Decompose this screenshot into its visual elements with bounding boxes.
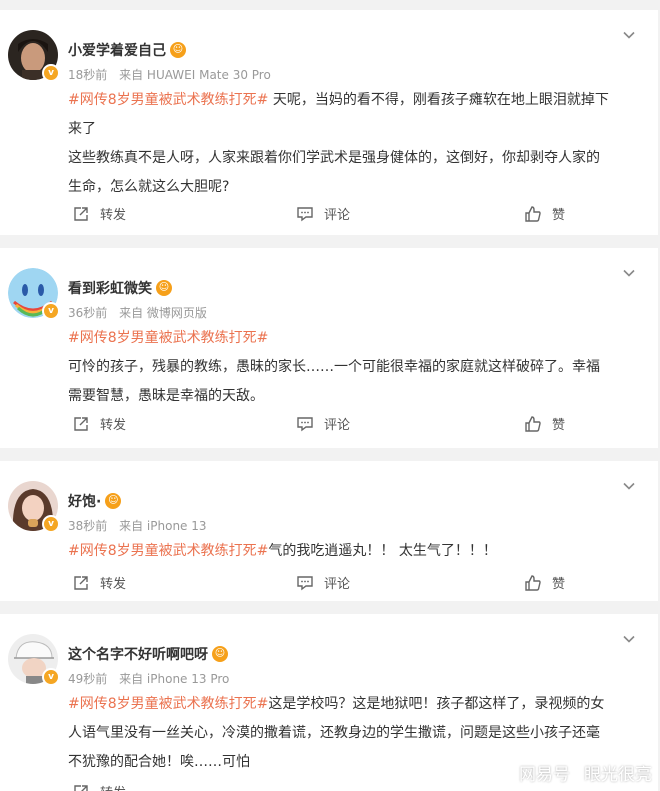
comment-label: 评论 [324, 418, 351, 433]
post-text: #网传8岁男童被武术教练打死# 天呢，当妈的看不得，刚看孩子瘫软在地上眼泪就掉下… [68, 86, 640, 202]
post-text-line: 气的我吃逍遥丸！！ 太生气了！！！ [268, 543, 497, 559]
topic-link[interactable]: #网传8岁男童被武术教练打死# [68, 543, 268, 559]
post-source: 来自 HUAWEI Mate 30 Pro [119, 68, 271, 82]
username[interactable]: 看到彩虹微笑 [68, 278, 152, 298]
post-text-line: 需要智慧，愚昧是幸福的天敌。 [68, 388, 264, 404]
topic-link[interactable]: #网传8岁男童被武术教练打死# [68, 330, 268, 346]
share-button[interactable]: 转发 [72, 782, 126, 791]
comment-icon [297, 206, 313, 221]
share-icon [74, 575, 88, 590]
chevron-down-icon[interactable] [622, 28, 636, 42]
post-time[interactable]: 36秒前 [68, 306, 107, 320]
comment-icon [297, 575, 313, 590]
topic-link[interactable]: #网传8岁男童被武术教练打死# [68, 92, 268, 108]
username[interactable]: 这个名字不好听啊吧呀 [68, 644, 208, 664]
verified-badge-icon: v [42, 64, 60, 82]
post-text-line: 这些教练真不是人呀，人家来跟着你们学武术是强身健体的，这倒好，你却剥夺人家的 [68, 150, 600, 166]
share-button[interactable]: 转发 [72, 573, 126, 592]
post-text-line: 来了 [68, 121, 96, 137]
action-bar: 转发 评论 赞 [0, 204, 658, 226]
comment-label: 评论 [324, 208, 351, 223]
username[interactable]: 小爱学着爱自己 [68, 40, 166, 60]
action-bar: 转发 评论 赞 [0, 414, 658, 436]
share-label: 转发 [100, 418, 127, 433]
like-button[interactable]: 赞 [524, 414, 565, 433]
verified-badge-icon: v [42, 515, 60, 533]
post-time[interactable]: 18秒前 [68, 68, 107, 82]
fan-medal-icon: ☺ [156, 280, 172, 296]
post-text: #网传8岁男童被武术教练打死# 可怜的孩子，残暴的教练，愚昧的家长……一个可能很… [68, 324, 640, 411]
comment-button[interactable]: 评论 [296, 204, 350, 223]
post-time[interactable]: 49秒前 [68, 672, 107, 686]
verified-badge-icon: v [42, 302, 60, 320]
weibo-comment-feed: v 小爱学着爱自己 ☺ 18秒前 来自 HUAWEI Mate 30 Pro #… [0, 0, 660, 791]
post-card: v 看到彩虹微笑 ☺ 36秒前 来自 微博网页版 #网传8岁男童被武术教练打死#… [0, 248, 658, 448]
fan-medal-icon: ☺ [212, 646, 228, 662]
watermark-left: 网易号 [519, 765, 570, 785]
share-label: 转发 [100, 208, 127, 223]
like-label: 赞 [552, 418, 566, 433]
fan-medal-icon: ☺ [105, 493, 122, 509]
post-text-line: 生命，怎么就这么大胆呢? [68, 179, 230, 195]
thumbs-up-icon [525, 415, 541, 432]
post-source: 来自 微博网页版 [119, 306, 207, 320]
comment-button[interactable]: 评论 [296, 414, 350, 433]
share-label: 转发 [100, 577, 127, 592]
post-source: 来自 iPhone 13 Pro [119, 672, 230, 686]
like-button[interactable]: 赞 [524, 573, 565, 592]
share-icon [74, 784, 88, 791]
chevron-down-icon[interactable] [622, 479, 636, 493]
action-bar: 转发 评论 赞 [0, 573, 658, 595]
share-label: 转发 [100, 782, 126, 791]
post-card: v 好饱· ☺ 38秒前 来自 iPhone 13 #网传8岁男童被武术教练打死… [0, 461, 658, 601]
comment-icon [297, 416, 313, 431]
post-text-line: 可怜的孩子，残暴的教练，愚昧的家长……一个可能很幸福的家庭就这样破碎了。幸福 [68, 359, 600, 375]
share-icon [74, 416, 88, 431]
fan-medal-icon: ☺ [170, 42, 186, 58]
post-text: #网传8岁男童被武术教练打死#气的我吃逍遥丸！！ 太生气了！！！ [68, 537, 640, 566]
like-label: 赞 [552, 577, 566, 592]
thumbs-up-icon [525, 205, 541, 222]
comment-label: 评论 [324, 577, 351, 592]
share-button[interactable]: 转发 [72, 414, 126, 433]
verified-badge-icon: v [42, 668, 60, 686]
watermark: 网易号 眼光很亮 [519, 760, 652, 785]
watermark-right: 眼光很亮 [584, 765, 652, 785]
post-card: v 小爱学着爱自己 ☺ 18秒前 来自 HUAWEI Mate 30 Pro #… [0, 10, 658, 235]
watermark-separator [576, 766, 578, 782]
like-button[interactable]: 赞 [524, 204, 565, 223]
thumbs-up-icon [525, 574, 541, 591]
post-text-line: 天呢，当妈的看不得，刚看孩子瘫软在地上眼泪就掉下 [268, 92, 609, 108]
share-button[interactable]: 转发 [72, 204, 126, 223]
post-text-line: 这是学校吗？这是地狱吧！孩子都这样了，录视频的女 [268, 696, 605, 712]
username[interactable]: 好饱· [68, 491, 101, 511]
post-source: 来自 iPhone 13 [119, 519, 207, 533]
share-icon [74, 206, 88, 221]
post-meta: 36秒前 来自 微博网页版 [68, 304, 207, 321]
chevron-down-icon[interactable] [622, 632, 636, 646]
topic-link[interactable]: #网传8岁男童被武术教练打死# [68, 696, 268, 712]
post-text-line: 人语气里没有一丝关心，冷漠的撒着谎，还教身边的学生撒谎，问题是这些小孩子还毫 [68, 725, 600, 741]
post-time[interactable]: 38秒前 [68, 519, 107, 533]
like-label: 赞 [552, 208, 566, 223]
post-meta: 38秒前 来自 iPhone 13 [68, 517, 207, 534]
comment-button[interactable]: 评论 [296, 573, 350, 592]
chevron-down-icon[interactable] [622, 266, 636, 280]
post-meta: 18秒前 来自 HUAWEI Mate 30 Pro [68, 66, 271, 83]
post-meta: 49秒前 来自 iPhone 13 Pro [68, 670, 229, 687]
